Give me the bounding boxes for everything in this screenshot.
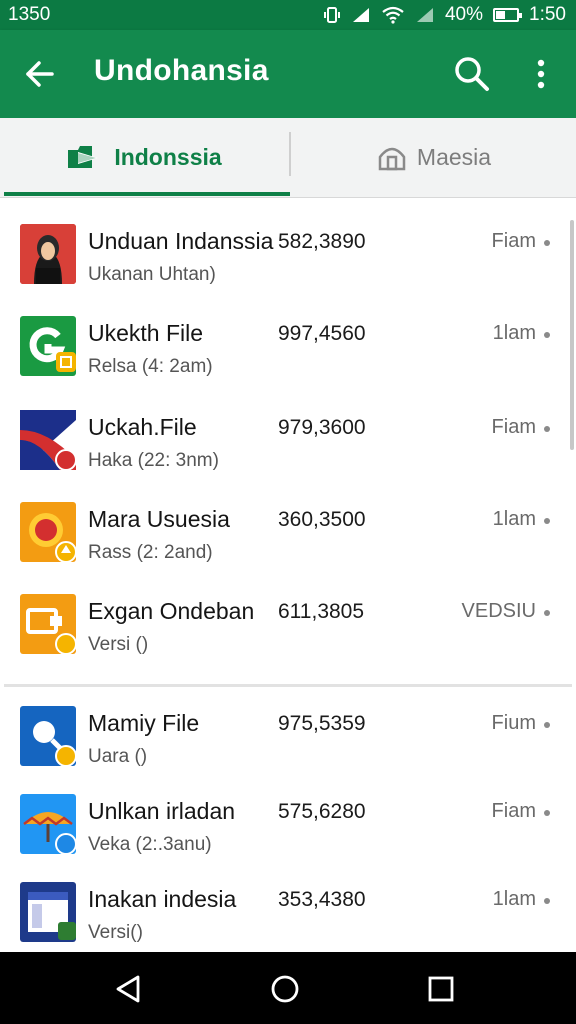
item-time: VEDSIU	[461, 600, 536, 622]
item-number: 979,3600	[278, 416, 366, 439]
app-bar: Undohansia	[0, 30, 576, 118]
item-subtitle: Ukanan Uhtan)	[88, 264, 216, 285]
page-title: Undohansia	[94, 54, 269, 87]
list-item[interactable]: Ukekth File Relsa (4: 2am) 997,4560 1lam	[4, 292, 572, 382]
item-subtitle: Haka (22: 3nm)	[88, 450, 219, 471]
item-name: Uckah.File	[88, 414, 197, 440]
nav-home-icon[interactable]	[268, 972, 302, 1006]
item-dot	[544, 610, 550, 616]
item-number: 353,4380	[278, 888, 366, 911]
item-subtitle: Versi ()	[88, 634, 149, 655]
signal-icon	[416, 8, 433, 22]
item-subtitle: Relsa (4: 2am)	[88, 356, 213, 377]
tab-maesia[interactable]: Maesia	[290, 118, 576, 196]
item-name: Mara Usuesia	[88, 506, 230, 532]
item-dot	[544, 722, 550, 728]
item-time: Fiam	[491, 230, 536, 252]
person-photo-icon	[20, 224, 76, 284]
item-number: 975,5359	[278, 712, 366, 735]
search-icon[interactable]	[452, 54, 492, 94]
folder-logo-icon	[20, 594, 77, 655]
list-item[interactable]: Unlkan irladan Veka (2:.3anu) 575,6280 F…	[4, 770, 572, 860]
item-time: Fium	[491, 712, 536, 734]
item-dot	[544, 898, 550, 904]
wifi-icon	[382, 6, 404, 24]
list-item[interactable]: Exgan Ondeban Versi () 611,3805 VEDSIU	[4, 570, 572, 660]
tab-indicator	[4, 192, 290, 196]
status-time: 1:50	[529, 4, 566, 25]
signal-icon	[352, 8, 369, 22]
item-subtitle: Versi()	[88, 922, 143, 943]
battery-icon	[493, 8, 523, 22]
arrow-back-icon[interactable]	[22, 56, 58, 92]
item-dot	[544, 518, 550, 524]
status-left-text: 1350	[8, 4, 51, 25]
item-name: Inakan indesia	[88, 886, 237, 912]
list-item[interactable]: Mara Usuesia Rass (2: 2and) 360,3500 1la…	[4, 478, 572, 568]
item-name: Unlkan irladan	[88, 798, 236, 824]
item-subtitle: Uara ()	[88, 746, 148, 767]
item-number: 997,4560	[278, 322, 366, 345]
item-subtitle: Veka (2:.3anu)	[88, 834, 212, 855]
vibrate-icon	[323, 7, 340, 23]
item-name: Exgan Ondeban	[88, 598, 255, 624]
item-name: Unduan Indanssia	[88, 228, 274, 254]
item-number: 360,3500	[278, 508, 366, 531]
item-number: 582,3890	[278, 230, 366, 253]
list-item[interactable]: Inakan indesia Versi() 353,4380 1lam	[4, 858, 572, 948]
tab-label: Indonssia	[114, 143, 222, 170]
system-nav-bar	[0, 952, 576, 1024]
list-item[interactable]: Mamiy File Uara () 975,5359 Fium	[4, 682, 572, 772]
item-number: 611,3805	[278, 600, 365, 623]
flag-icon	[68, 146, 99, 168]
list-item[interactable]: Uckah.File Haka (22: 3nm) 979,3600 Fiam	[4, 386, 572, 476]
battery-percent: 40%	[444, 4, 484, 25]
tab-indonssia[interactable]: Indonssia	[0, 118, 288, 196]
tab-label: Maesia	[416, 143, 492, 170]
umbrella-logo-icon	[20, 794, 77, 855]
magnifier-logo-icon	[20, 706, 77, 767]
status-icons: 40% 1:50	[323, 4, 566, 26]
home-icon	[378, 147, 406, 171]
gear-logo-icon	[20, 502, 77, 563]
item-time: Fiam	[491, 416, 536, 438]
item-dot	[544, 810, 550, 816]
list-item[interactable]: Unduan Indanssia Ukanan Uhtan) 582,3890 …	[4, 200, 572, 290]
stripes-logo-icon	[20, 410, 77, 471]
file-list: Unduan Indanssia Ukanan Uhtan) 582,3890 …	[4, 200, 572, 952]
item-subtitle: Rass (2: 2and)	[88, 542, 213, 563]
nav-recents-icon[interactable]	[424, 972, 458, 1006]
item-dot	[544, 332, 550, 338]
window-logo-icon	[20, 882, 76, 942]
more-vert-icon[interactable]	[524, 54, 558, 94]
item-dot	[544, 240, 550, 246]
tab-bar: Indonssia Maesia	[0, 118, 576, 198]
item-time: Fiam	[491, 800, 536, 822]
item-name: Ukekth File	[88, 320, 204, 346]
item-dot	[544, 426, 550, 432]
status-bar: 1350 40% 1:50	[0, 0, 576, 30]
scrollbar-thumb[interactable]	[570, 220, 574, 450]
g-logo-icon	[20, 316, 76, 376]
nav-back-icon[interactable]	[112, 972, 146, 1006]
item-time: 1lam	[492, 508, 536, 530]
item-number: 575,6280	[278, 800, 366, 823]
item-name: Mamiy File	[88, 710, 200, 736]
item-time: 1lam	[492, 322, 536, 344]
item-time: 1lam	[492, 888, 536, 910]
